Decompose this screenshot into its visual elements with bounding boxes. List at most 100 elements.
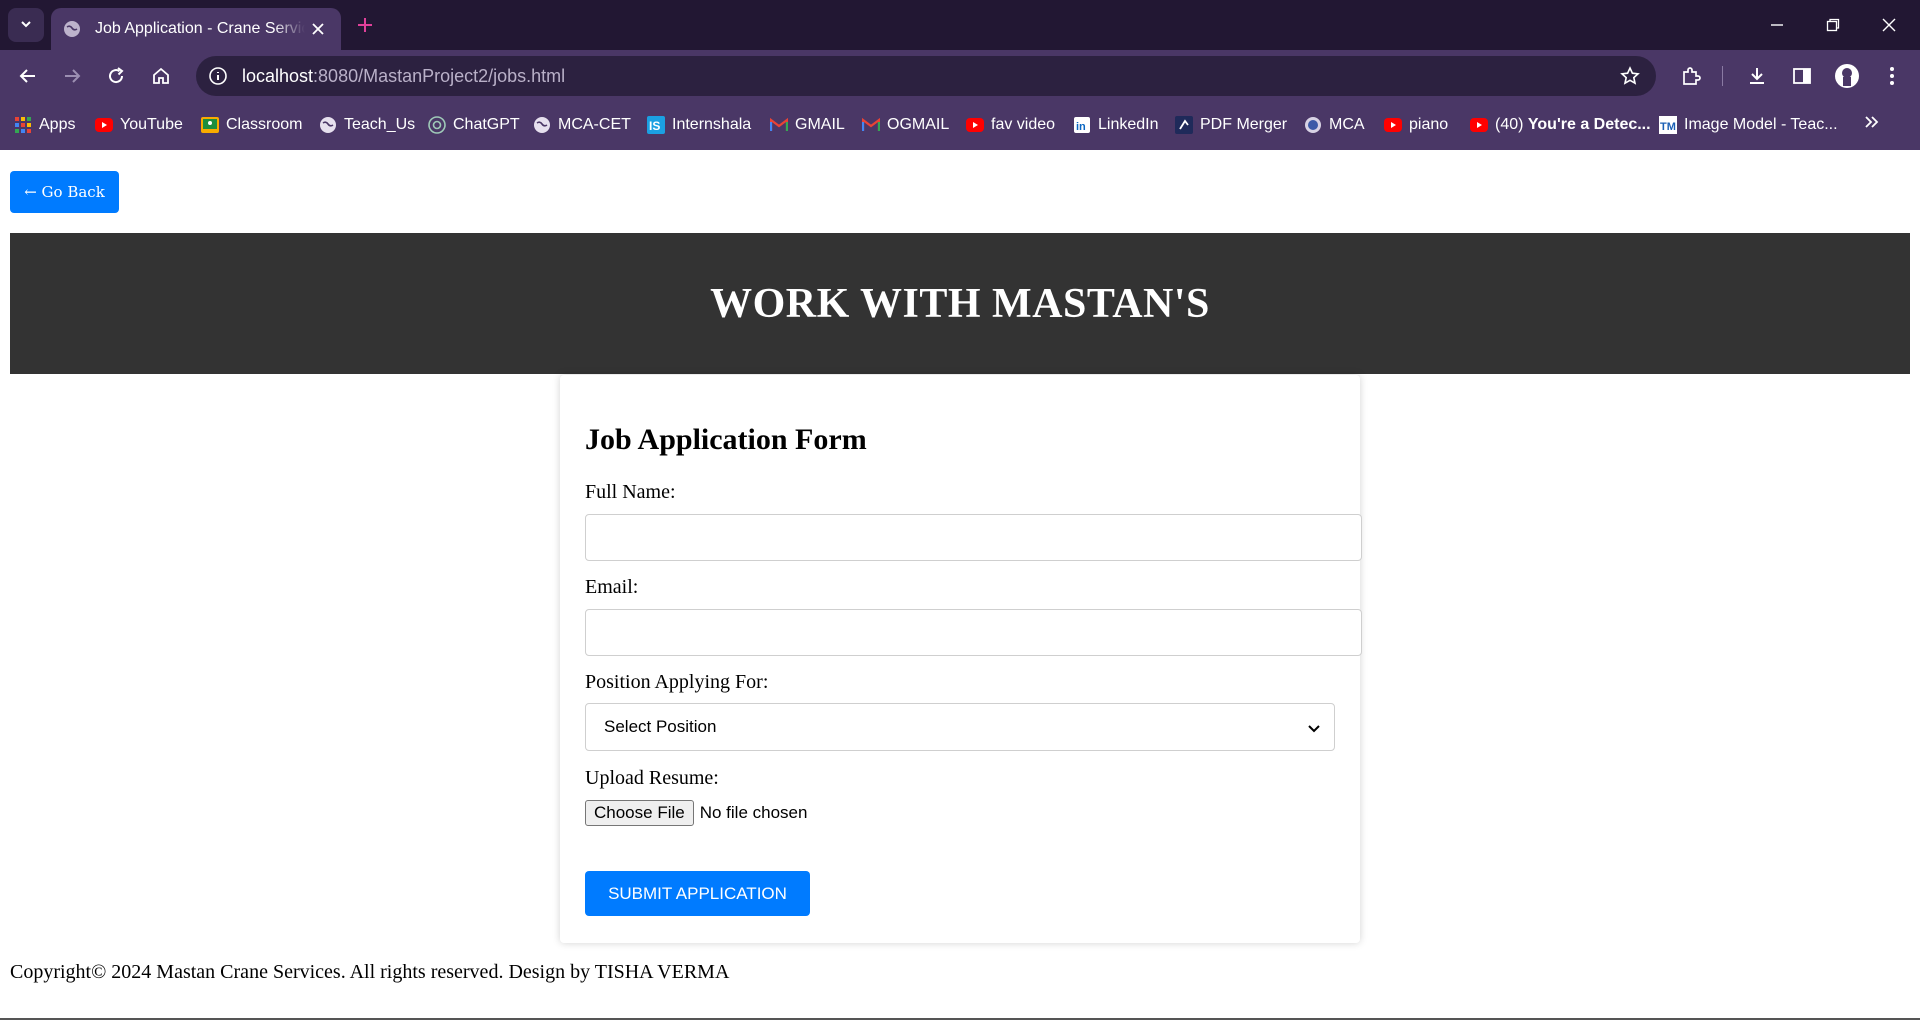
position-label: Position Applying For:: [585, 671, 769, 693]
close-window-button[interactable]: [1876, 12, 1902, 38]
url-host: localhost: [242, 66, 314, 86]
bookmark-chatgpt[interactable]: ChatGPT: [428, 114, 520, 136]
bookmark-mca-cet[interactable]: MCA-CET: [533, 114, 631, 136]
resume-label: Upload Resume:: [585, 767, 719, 789]
toolbar-divider: [1722, 66, 1723, 86]
globe-icon: [319, 116, 337, 134]
bookmark-label: YouTube: [120, 116, 183, 133]
bookmark-youre-a-detective[interactable]: (40) You're a Detec...: [1470, 114, 1651, 136]
chevron-double-right-icon[interactable]: [1863, 114, 1885, 136]
resume-file-input[interactable]: Choose File No file chosen: [585, 800, 807, 826]
header-banner: WORK WITH MASTAN'S: [10, 233, 1910, 374]
profile-avatar-icon[interactable]: [1833, 62, 1861, 90]
url-path: :8080/MastanProject2/jobs.html: [313, 66, 566, 86]
menu-dots-icon[interactable]: [1878, 62, 1906, 90]
minimize-button[interactable]: [1764, 12, 1790, 38]
close-icon[interactable]: [309, 20, 327, 38]
apps-grid-icon: [14, 116, 32, 134]
svg-text:IS: IS: [649, 119, 660, 133]
forward-nav-button[interactable]: [58, 62, 86, 90]
address-bar[interactable]: localhost:8080/MastanProject2/jobs.html: [196, 56, 1656, 96]
bookmark-label: fav video: [991, 116, 1056, 133]
extensions-icon[interactable]: [1677, 62, 1705, 90]
youtube-icon: [1384, 116, 1402, 134]
plus-icon: [358, 18, 372, 32]
side-panel-icon[interactable]: [1788, 62, 1816, 90]
bookmark-label: LinkedIn: [1098, 116, 1159, 133]
email-input[interactable]: [585, 609, 1362, 656]
tm-icon: TM: [1659, 116, 1677, 134]
classroom-icon: [201, 116, 219, 134]
bookmark-label: Image Model - Teac...: [1684, 116, 1838, 133]
submit-application-button[interactable]: SUBMIT APPLICATION: [585, 871, 810, 916]
bookmark-gmail[interactable]: GMAIL: [770, 114, 845, 136]
bookmark-label: Classroom: [226, 116, 303, 133]
footer-divider: [0, 1018, 1920, 1020]
svg-text:TM: TM: [1660, 121, 1676, 133]
bookmark-apps[interactable]: Apps: [14, 114, 75, 136]
bookmark-ogmail[interactable]: OGMAIL: [862, 114, 949, 136]
full-name-input[interactable]: [585, 514, 1362, 561]
restore-button[interactable]: [1820, 12, 1846, 38]
choose-file-button[interactable]: Choose File: [585, 800, 694, 826]
youtube-icon: [966, 116, 984, 134]
globe-icon: [533, 116, 551, 134]
cet-icon: [1304, 116, 1322, 134]
home-button[interactable]: [147, 62, 175, 90]
chatgpt-icon: [428, 116, 446, 134]
bookmark-mca[interactable]: MCA: [1304, 114, 1365, 136]
position-select[interactable]: Select Position: [585, 703, 1335, 751]
bookmark-label-prefix: (40): [1495, 116, 1528, 133]
bookmark-internshala[interactable]: IS Internshala: [647, 114, 751, 136]
bookmark-label-bold: You're a Detec...: [1527, 116, 1651, 133]
position-selected-value: Select Position: [604, 717, 717, 736]
bookmark-label: MCA-CET: [558, 116, 631, 133]
youtube-icon: [1470, 116, 1488, 134]
bookmark-pdf-merger[interactable]: PDF Merger: [1175, 114, 1287, 136]
home-icon: [153, 67, 169, 84]
gmail-icon: [862, 116, 880, 134]
svg-text:in: in: [1076, 121, 1086, 133]
bookmark-star-icon[interactable]: [1618, 64, 1642, 88]
arrow-left-icon: [19, 69, 35, 83]
reload-button[interactable]: [102, 62, 130, 90]
bookmark-piano[interactable]: piano: [1384, 114, 1448, 136]
youtube-icon: [95, 116, 113, 134]
bookmark-image-model[interactable]: TM Image Model - Teac...: [1659, 114, 1838, 136]
form-heading: Job Application Form: [585, 423, 867, 456]
bookmark-label: Apps: [39, 116, 76, 133]
bookmarks-bar: Apps YouTube Classroom Teach_Us ChatGPT …: [0, 100, 1920, 150]
email-label: Email:: [585, 576, 639, 598]
full-name-label: Full Name:: [585, 481, 676, 503]
info-icon[interactable]: [206, 64, 230, 88]
download-icon[interactable]: [1743, 62, 1771, 90]
bookmark-youtube[interactable]: YouTube: [95, 114, 183, 136]
go-back-button[interactable]: ← Go Back: [10, 171, 119, 213]
job-application-form: Job Application Form Full Name: Email: P…: [560, 375, 1362, 943]
bookmark-label: GMAIL: [795, 116, 845, 133]
bookmark-label: piano: [1409, 116, 1449, 133]
page-content: ← Go Back WORK WITH MASTAN'S Job Applica…: [0, 150, 1920, 1021]
bookmark-label: OGMAIL: [887, 116, 950, 133]
bookmark-label: Teach_Us: [344, 116, 416, 133]
bookmark-linkedin[interactable]: in LinkedIn: [1073, 114, 1159, 136]
back-nav-button[interactable]: [14, 62, 42, 90]
bookmark-fav-video[interactable]: fav video: [966, 114, 1055, 136]
url-text[interactable]: localhost:8080/MastanProject2/jobs.html: [242, 66, 565, 87]
gmail-icon: [770, 116, 788, 134]
chevron-down-icon: [19, 16, 33, 35]
minimize-icon: [1771, 24, 1783, 26]
tab-search-button[interactable]: [8, 8, 44, 42]
navigation-bar: localhost:8080/MastanProject2/jobs.html: [0, 50, 1920, 100]
chevron-down-icon: [1306, 720, 1322, 736]
bookmark-classroom[interactable]: Classroom: [201, 114, 302, 136]
bookmark-label: PDF Merger: [1200, 116, 1288, 133]
linkedin-icon: in: [1073, 116, 1091, 134]
bookmark-label: ChatGPT: [453, 116, 520, 133]
restore-icon: [1826, 18, 1840, 32]
bookmark-teach-us[interactable]: Teach_Us: [319, 114, 415, 136]
globe-icon: [63, 20, 81, 38]
file-status: No file chosen: [699, 803, 808, 822]
active-tab[interactable]: Job Application - Crane Services: [51, 8, 341, 50]
new-tab-button[interactable]: [354, 14, 376, 36]
